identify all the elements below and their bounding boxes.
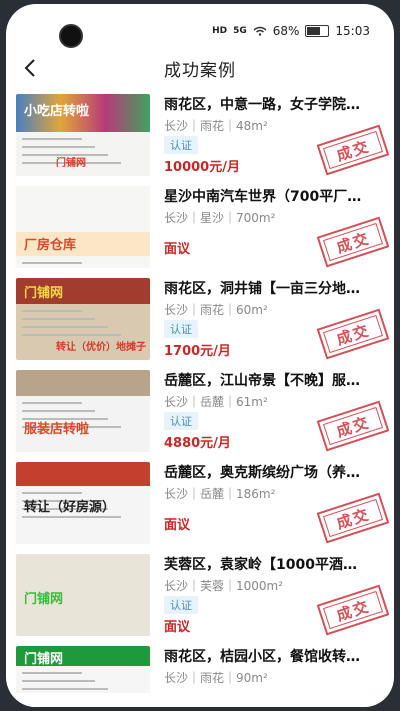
verified-badge: 认证 xyxy=(164,412,198,430)
case-price: 1700元/月 xyxy=(164,344,231,359)
list-item[interactable]: 门铺网 芙蓉区，袁家岭【1000平酒… 长沙｜芙蓉｜1000m² 认证面议 成交 xyxy=(6,550,394,642)
thumbnail-caption: 小吃店转啦 xyxy=(24,104,90,119)
case-title: 岳麓区，奥克斯缤纷广场（养… xyxy=(164,465,360,481)
case-title: 芙蓉区，袁家岭【1000平酒… xyxy=(164,557,357,573)
case-location: 长沙｜芙蓉｜1000m² xyxy=(164,579,284,593)
list-item[interactable]: 小吃店转啦 门铺网 雨花区，中意一路，女子学院… 长沙｜雨花｜48m² 认证 10000元… xyxy=(6,90,394,182)
thumbnail-text-line xyxy=(22,688,108,690)
deal-closed-stamp: 成交 xyxy=(316,584,390,636)
battery-fill xyxy=(307,27,320,35)
network-label: 5G xyxy=(233,26,247,36)
case-price: 面议 xyxy=(164,242,191,257)
phone-screen: HD 5G 68% 15:03 成功案例 小吃店转啦 门铺网 雨花区，中意一路，女子… xyxy=(6,4,394,707)
thumbnail-text-line xyxy=(22,402,82,404)
thumbnail-text-line xyxy=(22,680,95,682)
case-location: 长沙｜雨花｜48m² xyxy=(164,119,268,133)
case-title: 雨花区，桔园小区，餐馆收转… xyxy=(164,649,360,665)
list-item[interactable]: 转让（好房源） 岳麓区，奥克斯缤纷广场（养… 长沙｜岳麓｜186m² 面议 成交 xyxy=(6,458,394,550)
case-location: 长沙｜岳麓｜61m² xyxy=(164,395,268,409)
thumbnail-text-line xyxy=(22,410,95,412)
thumbnail-banner xyxy=(16,370,150,396)
case-thumbnail: 厂房仓库 xyxy=(16,186,150,268)
thumbnail-caption: 转让（好房源） xyxy=(24,500,116,515)
thumbnail-text-line xyxy=(22,516,121,518)
case-price: 面议 xyxy=(164,518,191,533)
case-price: 4880元/月 xyxy=(164,436,231,451)
thumbnail-banner xyxy=(16,462,150,486)
thumbnail-text-line xyxy=(22,310,82,312)
page-title: 成功案例 xyxy=(164,61,236,81)
case-title: 雨花区，洞井铺【一亩三分地… xyxy=(164,281,360,297)
verified-badge: 认证 xyxy=(164,320,198,338)
status-icons: HD 5G 68% 15:03 xyxy=(212,24,370,38)
case-thumbnail: 门铺网 xyxy=(16,554,150,636)
thumbnail-caption: 服装店转啦 xyxy=(24,422,90,437)
status-bar: HD 5G 68% 15:03 xyxy=(6,4,394,50)
deal-closed-stamp: 成交 xyxy=(316,400,390,452)
bottom-bar xyxy=(6,693,394,707)
thumbnail-watermark: 门铺网 xyxy=(56,158,86,169)
list-item[interactable]: 门铺网 转让（优价）地摊子 雨花区，洞井铺【一亩三分地… 长沙｜雨花｜60m² 认证 17… xyxy=(6,274,394,366)
thumbnail-text-line xyxy=(22,492,82,494)
battery-icon xyxy=(305,25,330,37)
list-item[interactable]: 服装店转啦 岳麓区，江山帝景【不晚】服… 长沙｜岳麓｜61m² 认证 4880元/月 成交 xyxy=(6,366,394,458)
thumbnail-caption: 门铺网 xyxy=(24,592,64,607)
thumbnail-text-line xyxy=(22,146,95,148)
case-location: 长沙｜岳麓｜186m² xyxy=(164,487,276,501)
deal-closed-stamp: 成交 xyxy=(316,124,390,176)
thumbnail-text-line xyxy=(22,334,121,336)
hd-icon: HD xyxy=(212,26,228,36)
case-thumbnail: 小吃店转啦门铺网 xyxy=(16,94,150,176)
thumbnail-text-line xyxy=(22,138,82,140)
case-thumbnail: 转让（好房源） xyxy=(16,462,150,544)
front-camera xyxy=(59,24,83,48)
deal-closed-stamp: 成交 xyxy=(316,216,390,268)
case-thumbnail: 门铺网转让（优价）地摊子 xyxy=(16,278,150,360)
battery-percent: 68% xyxy=(272,24,300,38)
case-title: 岳麓区，江山帝景【不晚】服… xyxy=(164,373,360,389)
case-location: 长沙｜星沙｜700m² xyxy=(164,211,276,225)
header: 成功案例 xyxy=(6,50,394,90)
verified-badge: 认证 xyxy=(164,136,198,154)
thumbnail-caption: 门铺网 xyxy=(24,286,64,301)
wifi-icon xyxy=(253,26,267,36)
case-price: 10000元/月 xyxy=(164,160,240,175)
list-item[interactable]: 厂房仓库 星沙中南汽车世界（700平厂… 长沙｜星沙｜700m² 面议 成交 xyxy=(6,182,394,274)
thumbnail-text-line xyxy=(22,318,95,320)
case-title: 雨花区，中意一路，女子学院… xyxy=(164,97,360,113)
thumbnail-text-line xyxy=(22,326,108,328)
case-list: 小吃店转啦 门铺网 雨花区，中意一路，女子学院… 长沙｜雨花｜48m² 认证 10000元… xyxy=(6,90,394,707)
case-location: 长沙｜雨花｜90m² xyxy=(164,671,268,685)
deal-closed-stamp: 成交 xyxy=(316,492,390,544)
deal-closed-stamp: 成交 xyxy=(316,308,390,360)
case-title: 星沙中南汽车世界（700平厂… xyxy=(164,189,362,205)
case-location: 长沙｜雨花｜60m² xyxy=(164,303,268,317)
thumbnail-text-line xyxy=(22,262,82,264)
case-price: 面议 xyxy=(164,620,191,635)
verified-badge: 认证 xyxy=(164,596,198,614)
thumbnail-watermark: 转让（优价）地摊子 xyxy=(56,342,146,353)
clock: 15:03 xyxy=(335,24,370,38)
thumbnail-caption: 门铺网 xyxy=(24,652,64,667)
case-thumbnail: 服装店转啦 xyxy=(16,370,150,452)
thumbnail-caption: 厂房仓库 xyxy=(24,238,77,253)
thumbnail-text-line xyxy=(22,672,82,674)
